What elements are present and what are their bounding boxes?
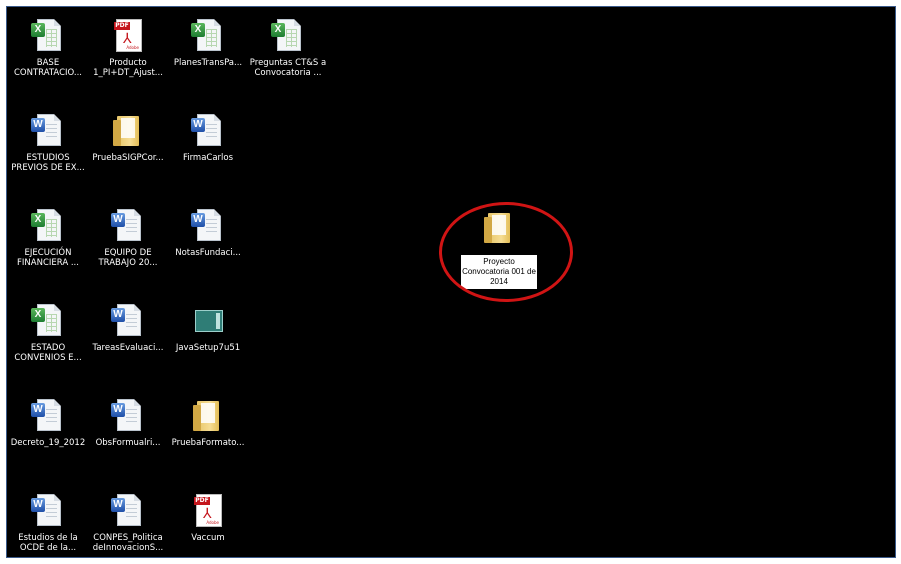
desktop-icon-equipo-de-trabajo[interactable]: W EQUIPO DE TRABAJO 20... xyxy=(89,207,167,268)
folder-icon xyxy=(111,112,145,150)
icon-label: TareasEvaluaci... xyxy=(92,343,164,353)
desktop-icon-planes-transpa[interactable]: X PlanesTransPa... xyxy=(169,17,247,68)
desktop-icon-preguntas-cts[interactable]: X Preguntas CT&S a Convocatoria ... xyxy=(249,17,327,78)
desktop-icon-base-contratacion[interactable]: X BASE CONTRATACIO... xyxy=(9,17,87,78)
desktop-icon-conpes-politica[interactable]: W CONPES_Politica deInnovacionS... xyxy=(89,492,167,553)
excel-file-icon: X xyxy=(191,17,225,55)
desktop-icon-decreto[interactable]: W Decreto_19_2012 xyxy=(9,397,87,448)
icon-label: FirmaCarlos xyxy=(182,153,234,163)
excel-file-icon: X xyxy=(31,302,65,340)
icon-label: EJECUCIÓN FINANCIERA ... xyxy=(17,248,79,268)
excel-file-icon: X xyxy=(31,207,65,245)
desktop-icon-prueba-formato[interactable]: PruebaFormato... xyxy=(169,397,247,448)
icon-label: Vaccum xyxy=(191,533,225,543)
icon-label: PruebaSIGPCor... xyxy=(92,153,164,163)
desktop-icon-firma-carlos[interactable]: W FirmaCarlos xyxy=(169,112,247,163)
desktop: X BASE CONTRATACIO... PDF ⅄ Adobe Producto… xyxy=(6,6,896,558)
pdf-file-icon: PDF ⅄ Adobe xyxy=(111,17,145,55)
desktop-icon-ejecucion-financiera[interactable]: X EJECUCIÓN FINANCIERA ... xyxy=(9,207,87,268)
word-file-icon: W xyxy=(111,302,145,340)
desktop-icon-tareas-evaluacion[interactable]: W TareasEvaluaci... xyxy=(89,302,167,353)
excel-file-icon: X xyxy=(271,17,305,55)
word-file-icon: W xyxy=(31,492,65,530)
desktop-icon-vaccum[interactable]: PDF ⅄ Adobe Vaccum xyxy=(169,492,247,543)
icon-label: ESTUDIOS PREVIOS DE EX... xyxy=(11,153,85,173)
icon-label: PlanesTransPa... xyxy=(173,58,243,68)
word-file-icon: W xyxy=(31,112,65,150)
desktop-icon-notas-fundacion[interactable]: W NotasFundaci... xyxy=(169,207,247,258)
icon-label: CONPES_Politica deInnovacionS... xyxy=(92,533,164,553)
word-file-icon: W xyxy=(191,112,225,150)
icon-label: PruebaFormato... xyxy=(171,438,245,448)
folder-icon xyxy=(191,397,225,435)
icon-label: Estudios de la OCDE de la... xyxy=(18,533,78,553)
desktop-icon-estado-convenios[interactable]: X ESTADO CONVENIOS E... xyxy=(9,302,87,363)
icon-label: ObsFormualri... xyxy=(95,438,161,448)
word-file-icon: W xyxy=(191,207,225,245)
icon-label: ESTADO CONVENIOS E... xyxy=(14,343,82,363)
pdf-file-icon: PDF ⅄ Adobe xyxy=(191,492,225,530)
icon-label: Preguntas CT&S a Convocatoria ... xyxy=(249,58,327,78)
installer-icon xyxy=(191,302,225,340)
icon-label: JavaSetup7u51 xyxy=(175,343,241,353)
icon-label: NotasFundaci... xyxy=(175,248,241,258)
icon-label: BASE CONTRATACIO... xyxy=(14,58,82,78)
word-file-icon: W xyxy=(111,397,145,435)
excel-file-icon: X xyxy=(31,17,65,55)
word-file-icon: W xyxy=(31,397,65,435)
icon-label: Decreto_19_2012 xyxy=(10,438,86,448)
icon-label: EQUIPO DE TRABAJO 20... xyxy=(98,248,158,268)
desktop-icon-prueba-sigp[interactable]: PruebaSIGPCor... xyxy=(89,112,167,163)
icon-label: Producto 1_PI+DT_Ajust... xyxy=(93,58,163,78)
desktop-icon-java-setup[interactable]: JavaSetup7u51 xyxy=(169,302,247,353)
desktop-icon-producto-1[interactable]: PDF ⅄ Adobe Producto 1_PI+DT_Ajust... xyxy=(89,17,167,78)
highlight-circle xyxy=(439,202,573,302)
desktop-icon-obs-formulario[interactable]: W ObsFormualri... xyxy=(89,397,167,448)
word-file-icon: W xyxy=(111,492,145,530)
word-file-icon: W xyxy=(111,207,145,245)
desktop-icon-estudios-previos[interactable]: W ESTUDIOS PREVIOS DE EX... xyxy=(9,112,87,173)
desktop-icon-estudios-ocde[interactable]: W Estudios de la OCDE de la... xyxy=(9,492,87,553)
